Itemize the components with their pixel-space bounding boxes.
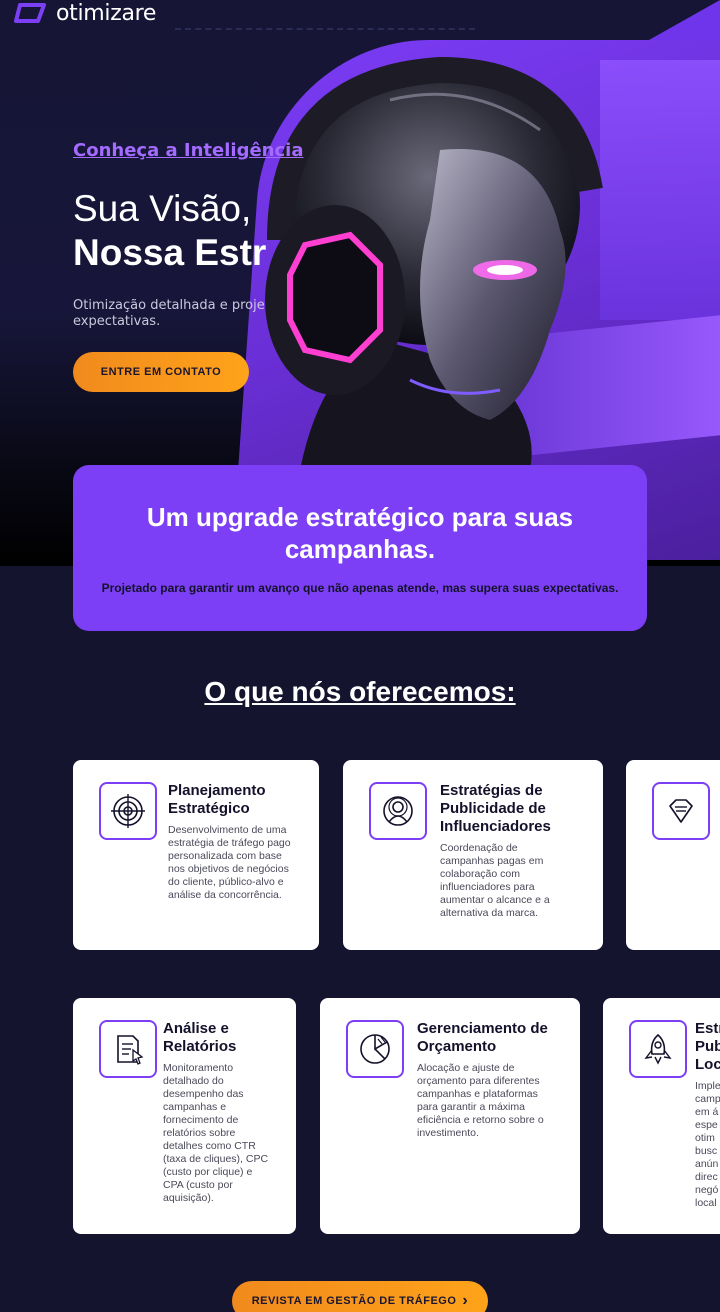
icon-frame: [369, 782, 427, 840]
upgrade-text: Projetado para garantir um avanço que nã…: [101, 581, 619, 595]
magazine-button-label: REVISTA EM GESTÃO DE TRÁFEGO: [251, 1295, 457, 1307]
magazine-button[interactable]: REVISTA EM GESTÃO DE TRÁFEGO ›: [232, 1281, 488, 1312]
service-title: Estr Pub Loc: [695, 1020, 720, 1073]
icon-frame: [99, 782, 157, 840]
service-title: Estratégias de Publicidade de Influencia…: [440, 782, 551, 835]
service-card-planning[interactable]: Planejamento Estratégico Desenvolvimento…: [73, 760, 319, 950]
icon-frame: [629, 1020, 687, 1078]
service-desc: Imple camp em á espe otim busc anún dire…: [695, 1080, 720, 1209]
service-card-influencers[interactable]: Estratégias de Publicidade de Influencia…: [343, 760, 603, 950]
service-title: Gerenciamento de Orçamento: [417, 1020, 548, 1055]
hero-eyebrow-link[interactable]: Conheça a Inteligência: [73, 140, 303, 161]
hero-subtitle: Otimização detalhada e proje expectativa…: [73, 298, 265, 329]
influencer-icon: [383, 796, 413, 826]
upgrade-title: Um upgrade estratégico para suas campanh…: [146, 502, 574, 564]
brand-logo[interactable]: otimizare: [14, 0, 156, 26]
service-card-reports[interactable]: Análise e Relatórios Monitoramento detal…: [73, 998, 296, 1234]
rocket-icon: [644, 1033, 672, 1065]
service-desc: Desenvolvimento de uma estratégia de trá…: [168, 824, 291, 901]
hero-title-line1: Sua Visão,: [73, 188, 252, 229]
hero-title-line2: Nossa Estr: [73, 232, 267, 273]
service-title: Planejamento Estratégico: [168, 782, 266, 817]
services-title: O que nós oferecemos:: [204, 676, 516, 707]
upgrade-card: Um upgrade estratégico para suas campanh…: [73, 465, 647, 631]
pie-chart-icon: [360, 1034, 390, 1064]
service-desc: Monitoramento detalhado do desempenho da…: [163, 1062, 269, 1204]
icon-frame: [346, 1020, 404, 1078]
service-title: Análise e Relatórios: [163, 1020, 237, 1055]
service-card-partial[interactable]: [626, 760, 720, 950]
logo-icon: [14, 3, 46, 23]
robot-illustration: [265, 56, 603, 470]
service-card-budget[interactable]: Gerenciamento de Orçamento Alocação e aj…: [320, 998, 580, 1234]
icon-frame: [99, 1020, 157, 1078]
target-icon: [111, 794, 145, 828]
brand-name: otimizare: [56, 0, 157, 26]
contact-button[interactable]: ENTRE EM CONTATO: [73, 352, 249, 392]
report-icon: [117, 1035, 144, 1065]
service-card-local[interactable]: Estr Pub Loc Imple camp em á espe otim b…: [603, 998, 720, 1234]
icon-frame: [652, 782, 710, 840]
diamond-icon: [669, 799, 693, 823]
nav-placeholder: [175, 28, 475, 31]
chevron-right-icon: ›: [462, 1292, 469, 1309]
service-desc: Coordenação de campanhas pagas em colabo…: [440, 842, 550, 919]
service-desc: Alocação e ajuste de orçamento para dife…: [417, 1062, 544, 1139]
